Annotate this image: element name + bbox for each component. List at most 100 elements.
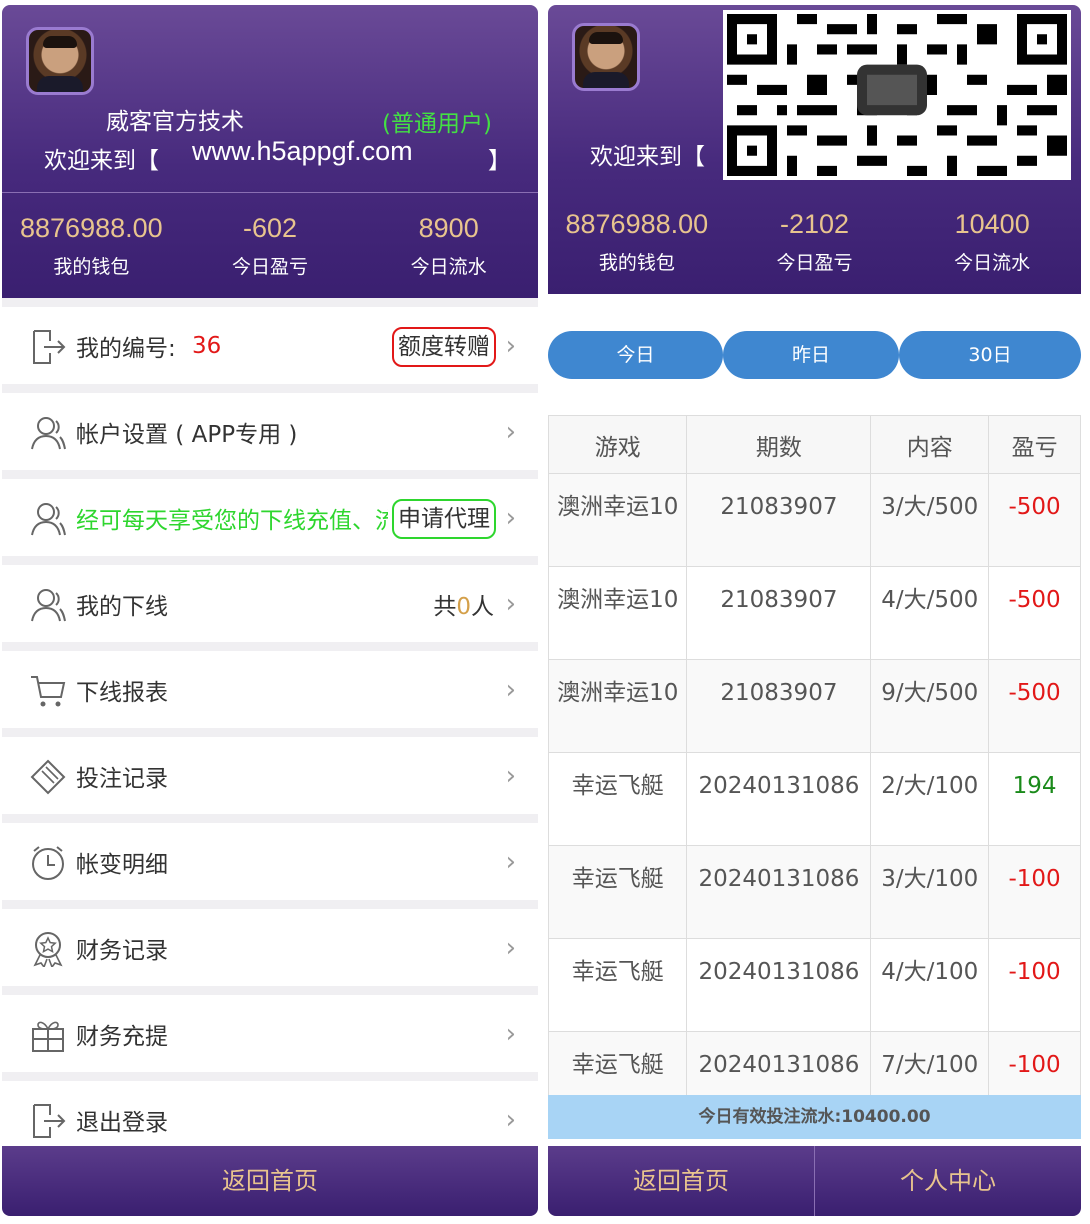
menu-downline-report[interactable]: 下线报表 › bbox=[2, 651, 538, 728]
menu-agent[interactable]: 经可每天享受您的下线充值、流 申请代理 › bbox=[2, 479, 538, 556]
cell-profit: -500 bbox=[988, 473, 1081, 567]
user-icon bbox=[31, 417, 66, 450]
table-row: 澳洲幸运10 21083907 9/大/500 -500 bbox=[548, 659, 1081, 753]
welcome-prefix: 欢迎来到【 bbox=[44, 148, 159, 174]
downline-count-suffix: 人 bbox=[471, 593, 494, 620]
wallet-value: 8876988.00 bbox=[20, 213, 163, 243]
wallet-value: 8876988.00 bbox=[565, 209, 709, 239]
logout-label: 退出登录 bbox=[76, 1109, 168, 1136]
chevron-right-icon: › bbox=[505, 416, 516, 447]
table-row: 澳洲幸运10 21083907 3/大/500 -500 bbox=[548, 473, 1081, 567]
today-profit-value: -602 bbox=[242, 213, 298, 243]
wallet-label: 我的钱包 bbox=[598, 252, 675, 274]
user-avatar[interactable] bbox=[26, 27, 94, 95]
profile-header: 欢迎来到【 8876988.00 我的钱包 -2102 今日盈亏 10400 今日流水 bbox=[548, 5, 1081, 294]
downline-count-value: 0 bbox=[456, 593, 471, 620]
table-row: 幸运飞艇 20240131086 2/大/100 194 bbox=[548, 752, 1081, 846]
chevron-right-icon: › bbox=[505, 674, 516, 705]
today-profit-stat: -2102 今日盈亏 bbox=[726, 209, 904, 275]
menu-account-settings[interactable]: 帐户设置 ( APP专用 ) › bbox=[2, 393, 538, 470]
user-center-panel: 威客官方技术 (普通用户) 欢迎来到【 www.h5appgf.com 】 88… bbox=[2, 5, 538, 1216]
tab-today[interactable]: 今日 bbox=[548, 331, 723, 379]
account-changes-label: 帐变明细 bbox=[76, 851, 168, 878]
cell-content: 3/大/500 bbox=[870, 473, 990, 567]
today-turnover-label: 今日流水 bbox=[954, 252, 1031, 274]
agent-promo-text: 经可每天享受您的下线充值、流 bbox=[76, 507, 388, 534]
logout-icon bbox=[33, 1104, 66, 1138]
chevron-right-icon: › bbox=[505, 588, 516, 619]
cell-profit: -100 bbox=[988, 845, 1081, 939]
tab-yesterday[interactable]: 昨日 bbox=[723, 331, 899, 379]
table-row: 幸运飞艇 20240131086 7/大/100 -100 bbox=[548, 1031, 1081, 1095]
tab-30-days[interactable]: 30日 bbox=[899, 331, 1081, 379]
cell-profit: 194 bbox=[988, 752, 1081, 846]
menu-bet-records[interactable]: 投注记录 › bbox=[2, 737, 538, 814]
chevron-right-icon: › bbox=[505, 330, 516, 361]
bet-records-panel: 欢迎来到【 8876988.00 我的钱包 -2102 今日盈亏 10400 今日流水… bbox=[548, 5, 1081, 1216]
qr-pattern bbox=[727, 14, 1067, 176]
home-button[interactable]: 返回首页 bbox=[2, 1146, 538, 1216]
apply-agent-button[interactable]: 申请代理 bbox=[392, 499, 496, 539]
cell-profit: -500 bbox=[988, 659, 1081, 753]
cell-content: 9/大/500 bbox=[870, 659, 990, 753]
my-downline-label: 我的下线 bbox=[76, 593, 168, 620]
cell-game: 幸运飞艇 bbox=[548, 1031, 688, 1095]
cell-period: 21083907 bbox=[686, 659, 872, 753]
today-turnover-summary: 今日有效投注流水:10400.00 bbox=[548, 1095, 1081, 1139]
today-profit-stat: -602 今日盈亏 bbox=[181, 213, 360, 279]
downline-count: 共0人 bbox=[433, 587, 494, 621]
stats-row: 8876988.00 我的钱包 -602 今日盈亏 8900 今日流水 bbox=[2, 213, 538, 279]
today-turnover-value: 10400 bbox=[954, 209, 1030, 239]
today-turnover-value: 8900 bbox=[418, 213, 479, 243]
menu-my-downline[interactable]: 我的下线 共0人 › bbox=[2, 565, 538, 642]
cell-content: 2/大/100 bbox=[870, 752, 990, 846]
today-turnover-stat: 10400 今日流水 bbox=[903, 209, 1081, 275]
chevron-right-icon: › bbox=[505, 846, 516, 877]
today-profit-label: 今日盈亏 bbox=[232, 256, 309, 278]
cell-period: 21083907 bbox=[686, 473, 872, 567]
cell-period: 20240131086 bbox=[686, 1031, 872, 1095]
today-turnover-stat: 8900 今日流水 bbox=[359, 213, 538, 279]
column-header-period: 期数 bbox=[686, 415, 872, 474]
wallet-stat: 8876988.00 我的钱包 bbox=[548, 209, 726, 275]
site-domain: www.h5appgf.com bbox=[192, 136, 413, 166]
table-row: 幸运飞艇 20240131086 3/大/100 -100 bbox=[548, 845, 1081, 939]
user-avatar[interactable] bbox=[572, 23, 640, 91]
user-name: 威客官方技术 bbox=[106, 109, 244, 135]
wallet-stat: 8876988.00 我的钱包 bbox=[2, 213, 181, 279]
gift-icon bbox=[32, 1021, 64, 1052]
deposit-withdraw-label: 财务充提 bbox=[76, 1023, 168, 1050]
header-divider bbox=[2, 192, 538, 193]
cell-period: 21083907 bbox=[686, 566, 872, 660]
user-icon bbox=[31, 589, 66, 622]
cell-profit: -100 bbox=[988, 938, 1081, 1032]
column-header-content: 内容 bbox=[870, 415, 990, 474]
cell-period: 20240131086 bbox=[686, 752, 872, 846]
bottom-nav: 返回首页 个人中心 bbox=[548, 1146, 1081, 1216]
table-header-row: 游戏 期数 内容 盈亏 bbox=[548, 415, 1081, 474]
menu-my-id[interactable]: 我的编号: 36 额度转赠 › bbox=[2, 307, 538, 384]
cell-period: 20240131086 bbox=[686, 938, 872, 1032]
cell-content: 4/大/500 bbox=[870, 566, 990, 660]
table-body: 澳洲幸运10 21083907 3/大/500 -500 澳洲幸运10 2108… bbox=[548, 473, 1081, 1095]
ticket-icon bbox=[30, 759, 66, 795]
transfer-button[interactable]: 额度转赠 bbox=[392, 327, 496, 367]
exit-icon bbox=[33, 330, 66, 364]
column-header-profit: 盈亏 bbox=[988, 415, 1081, 474]
date-tabs: 今日 昨日 30日 bbox=[548, 331, 1081, 379]
cell-content: 4/大/100 bbox=[870, 938, 990, 1032]
menu-finance-records[interactable]: 财务记录 › bbox=[2, 909, 538, 986]
cell-profit: -100 bbox=[988, 1031, 1081, 1095]
chevron-right-icon: › bbox=[505, 1018, 516, 1049]
today-profit-value: -2102 bbox=[779, 209, 850, 239]
column-header-game: 游戏 bbox=[548, 415, 688, 474]
home-button[interactable]: 返回首页 bbox=[548, 1146, 815, 1216]
cell-game: 幸运飞艇 bbox=[548, 938, 688, 1032]
menu-deposit-withdraw[interactable]: 财务充提 › bbox=[2, 995, 538, 1072]
menu-account-changes[interactable]: 帐变明细 › bbox=[2, 823, 538, 900]
wallet-label: 我的钱包 bbox=[53, 256, 130, 278]
personal-center-button[interactable]: 个人中心 bbox=[815, 1146, 1081, 1216]
today-turnover-label: 今日流水 bbox=[410, 256, 487, 278]
stats-row: 8876988.00 我的钱包 -2102 今日盈亏 10400 今日流水 bbox=[548, 209, 1081, 275]
agent-marquee: 经可每天享受您的下线充值、流 bbox=[76, 501, 388, 535]
